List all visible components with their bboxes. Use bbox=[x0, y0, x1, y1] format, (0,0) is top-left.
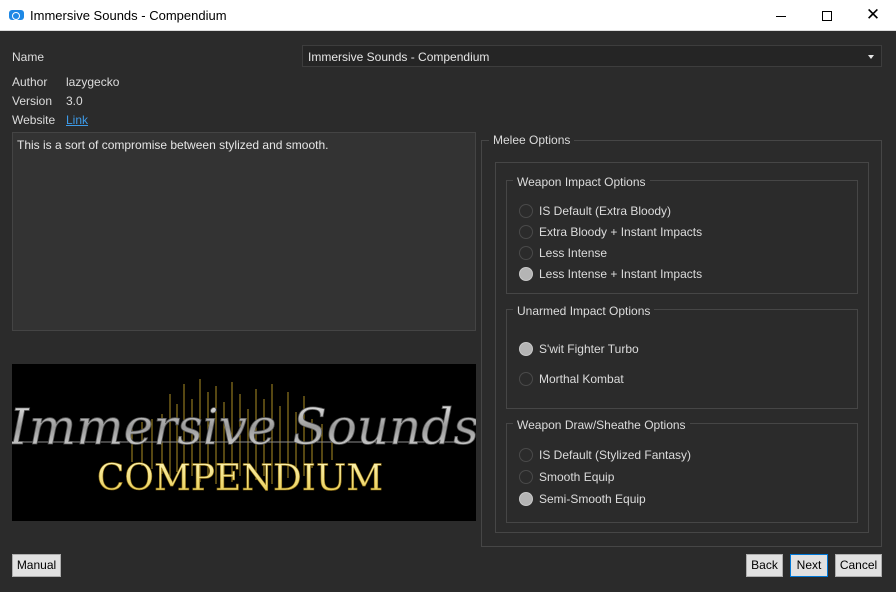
radio-weapon-draw-0[interactable]: IS Default (Stylized Fantasy) bbox=[519, 446, 691, 464]
radio-label: Semi-Smooth Equip bbox=[539, 492, 646, 506]
back-button[interactable]: Back bbox=[746, 554, 783, 577]
radio-indicator bbox=[519, 342, 533, 356]
name-dropdown-value: Immersive Sounds - Compendium bbox=[308, 50, 490, 64]
radio-indicator bbox=[519, 372, 533, 386]
weapon-draw-title: Weapon Draw/Sheathe Options bbox=[513, 418, 690, 432]
app-icon bbox=[9, 10, 24, 20]
radio-label: IS Default (Extra Bloody) bbox=[539, 204, 672, 218]
cancel-button[interactable]: Cancel bbox=[835, 554, 882, 577]
radio-indicator bbox=[519, 267, 533, 281]
banner-title-line1: Immersive Sounds bbox=[12, 398, 476, 456]
minimize-icon bbox=[776, 15, 786, 17]
radio-indicator bbox=[519, 204, 533, 218]
maximize-icon bbox=[822, 11, 832, 22]
radio-label: S'wit Fighter Turbo bbox=[539, 342, 639, 356]
next-button[interactable]: Next bbox=[790, 554, 828, 577]
website-label: Website bbox=[12, 113, 56, 127]
radio-weapon-draw-1[interactable]: Smooth Equip bbox=[519, 468, 614, 486]
radio-indicator bbox=[519, 470, 533, 484]
website-link[interactable]: Link bbox=[66, 113, 88, 127]
radio-unarmed-impact-0[interactable]: S'wit Fighter Turbo bbox=[519, 340, 639, 358]
radio-unarmed-impact-1[interactable]: Morthal Kombat bbox=[519, 370, 624, 388]
radio-indicator bbox=[519, 448, 533, 462]
radio-weapon-impact-1[interactable]: Extra Bloody + Instant Impacts bbox=[519, 223, 702, 241]
radio-indicator bbox=[519, 246, 533, 260]
radio-label: Extra Bloody + Instant Impacts bbox=[539, 225, 703, 239]
radio-label: Less Intense bbox=[539, 246, 608, 260]
radio-weapon-draw-2[interactable]: Semi-Smooth Equip bbox=[519, 490, 646, 508]
name-label: Name bbox=[12, 50, 45, 64]
name-dropdown[interactable]: Immersive Sounds - Compendium bbox=[302, 45, 882, 67]
radio-weapon-impact-0[interactable]: IS Default (Extra Bloody) bbox=[519, 202, 671, 220]
melee-options-title: Melee Options bbox=[489, 133, 575, 147]
mod-banner-image: Immersive Sounds COMPENDIUM bbox=[12, 364, 476, 521]
unarmed-impact-title: Unarmed Impact Options bbox=[513, 304, 655, 318]
manual-button[interactable]: Manual bbox=[12, 554, 61, 577]
author-value: lazygecko bbox=[66, 75, 120, 89]
window-title: Immersive Sounds - Compendium bbox=[30, 8, 227, 23]
close-icon: ✕ bbox=[865, 5, 881, 24]
banner-logo: Immersive Sounds COMPENDIUM bbox=[12, 379, 476, 499]
minimize-button[interactable] bbox=[758, 0, 804, 31]
description-box: This is a sort of compromise between sty… bbox=[12, 132, 476, 331]
author-label: Author bbox=[12, 75, 48, 89]
radio-weapon-impact-3[interactable]: Less Intense + Instant Impacts bbox=[519, 265, 702, 283]
maximize-button[interactable] bbox=[804, 0, 850, 31]
radio-label: Less Intense + Instant Impacts bbox=[539, 267, 703, 281]
chevron-down-icon bbox=[868, 55, 874, 59]
version-label: Version bbox=[12, 94, 53, 108]
radio-label: Morthal Kombat bbox=[539, 372, 624, 386]
radio-indicator bbox=[519, 492, 533, 506]
radio-label: IS Default (Stylized Fantasy) bbox=[539, 448, 692, 462]
close-button[interactable]: ✕ bbox=[850, 0, 896, 31]
radio-weapon-impact-2[interactable]: Less Intense bbox=[519, 244, 607, 262]
version-value: 3.0 bbox=[66, 94, 83, 108]
radio-indicator bbox=[519, 225, 533, 239]
weapon-impact-title: Weapon Impact Options bbox=[513, 175, 650, 189]
title-bar: Immersive Sounds - Compendium ✕ bbox=[0, 0, 896, 31]
banner-title-line2: COMPENDIUM bbox=[97, 458, 383, 499]
unarmed-impact-group bbox=[506, 309, 858, 409]
radio-label: Smooth Equip bbox=[539, 470, 615, 484]
description-text: This is a sort of compromise between sty… bbox=[17, 138, 329, 152]
